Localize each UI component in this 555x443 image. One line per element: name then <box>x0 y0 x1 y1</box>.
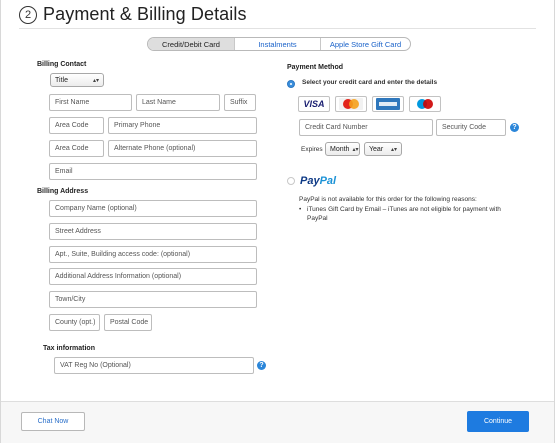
select-arrows-icon: ▴▾ <box>390 146 397 153</box>
year-select-value: Year <box>369 145 384 153</box>
security-code-input[interactable]: Security Code <box>436 119 506 136</box>
billing-address-heading: Billing Address <box>37 188 89 195</box>
email-input[interactable]: Email <box>49 163 257 180</box>
expires-label: Expires <box>301 146 323 153</box>
visa-card-option[interactable]: VISA <box>298 96 330 112</box>
american-express-icon <box>376 98 400 110</box>
first-name-input[interactable]: First Name <box>49 94 132 111</box>
paypal-logo-pay: Pay <box>300 175 320 187</box>
amex-card-option[interactable] <box>372 96 404 112</box>
vat-help-icon[interactable]: ? <box>257 361 266 370</box>
paypal-radio[interactable] <box>287 177 295 185</box>
security-code-help-icon[interactable]: ? <box>510 123 519 132</box>
area-code-alt-input[interactable]: Area Code <box>49 140 104 157</box>
primary-phone-input[interactable]: Primary Phone <box>108 117 257 134</box>
last-name-input[interactable]: Last Name <box>136 94 220 111</box>
tab-apple-store-gift-card[interactable]: Apple Store Gift Card <box>321 38 410 50</box>
apt-suite-input[interactable]: Apt., Suite, Building access code: (opti… <box>49 246 257 263</box>
tab-credit-debit-card[interactable]: Credit/Debit Card <box>148 38 235 50</box>
vat-reg-input[interactable]: VAT Reg No (Optional) <box>54 357 254 374</box>
paypal-logo: PayPal <box>300 175 336 187</box>
additional-address-input[interactable]: Additional Address Information (optional… <box>49 268 257 285</box>
select-arrows-icon: ▴▾ <box>92 77 99 84</box>
paypal-unavailable-note: PayPal is not available for this order f… <box>299 196 477 203</box>
paypal-reason-bullet: • <box>299 206 302 213</box>
continue-button[interactable]: Continue <box>467 411 529 432</box>
town-city-input[interactable]: Town/City <box>49 291 257 308</box>
visa-logo: VISA <box>303 99 325 109</box>
title-select[interactable]: Title ▴▾ <box>50 73 104 87</box>
paypal-reason-line-1: iTunes Gift Card by Email – iTunes are n… <box>307 206 501 213</box>
tax-information-heading: Tax information <box>43 345 95 352</box>
postal-code-input[interactable]: Postal Code <box>104 314 152 331</box>
payment-method-heading: Payment Method <box>287 64 344 71</box>
county-input[interactable]: County (opt.) <box>49 314 100 331</box>
credit-card-number-input[interactable]: Credit Card Number <box>299 119 433 136</box>
company-name-input[interactable]: Company Name (optional) <box>49 200 257 217</box>
maestro-card-option[interactable] <box>409 96 441 112</box>
select-arrows-icon: ▴▾ <box>352 146 359 153</box>
paypal-reason-line-2: PayPal <box>307 215 328 222</box>
maestro-icon <box>417 99 433 109</box>
title-select-value: Title <box>55 76 68 84</box>
chat-now-button[interactable]: Chat Now <box>21 412 85 431</box>
suffix-input[interactable]: Suffix <box>224 94 256 111</box>
step-number-badge: 2 <box>19 5 37 24</box>
payment-tabs: Credit/Debit Card Instalments Apple Stor… <box>147 37 411 51</box>
card-instruction-text: Select your credit card and enter the de… <box>302 79 438 86</box>
expiry-month-select[interactable]: Month ▴▾ <box>325 142 360 156</box>
month-select-value: Month <box>330 145 350 153</box>
mastercard-card-option[interactable] <box>335 96 367 112</box>
street-address-input[interactable]: Street Address <box>49 223 257 240</box>
tab-instalments[interactable]: Instalments <box>235 38 321 50</box>
checkout-panel: 2 Payment & Billing Details Credit/Debit… <box>0 0 555 443</box>
page-title: Payment & Billing Details <box>43 4 247 24</box>
paypal-logo-pal: Pal <box>319 175 337 187</box>
area-code-input[interactable]: Area Code <box>49 117 104 134</box>
billing-contact-heading: Billing Contact <box>37 61 87 68</box>
expiry-year-select[interactable]: Year ▴▾ <box>364 142 402 156</box>
mastercard-icon <box>339 98 363 110</box>
title-divider <box>19 28 536 29</box>
credit-card-radio[interactable] <box>287 80 295 88</box>
alternate-phone-input[interactable]: Alternate Phone (optional) <box>108 140 257 157</box>
section-header: 2 Payment & Billing Details <box>19 4 247 25</box>
